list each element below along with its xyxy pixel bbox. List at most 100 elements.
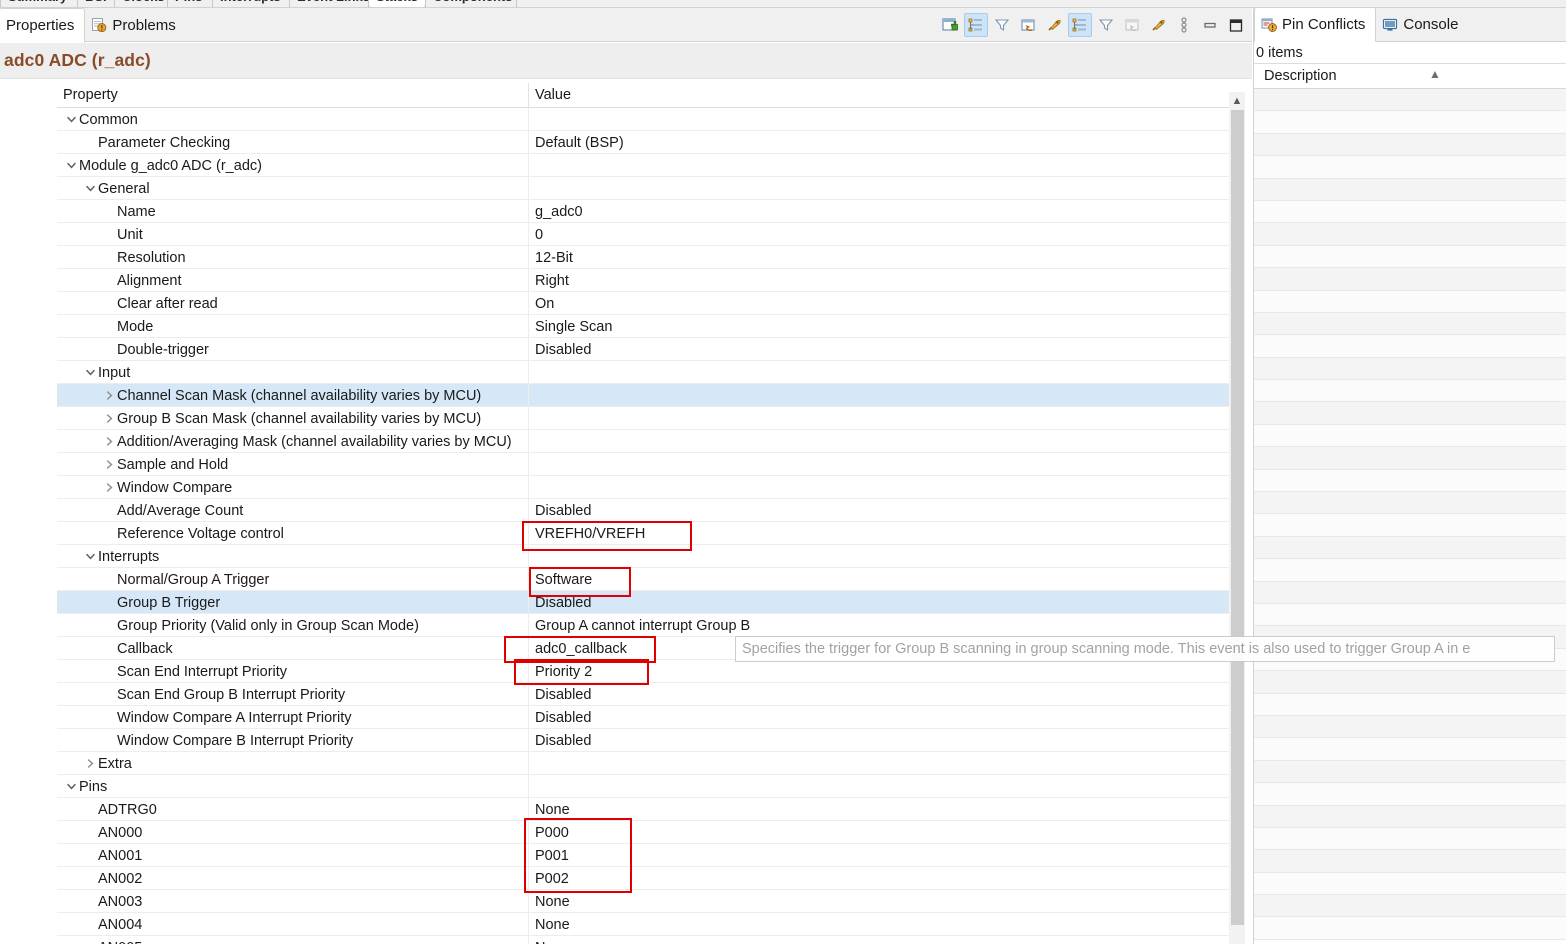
property-value-cell[interactable]: P001 [529, 844, 1229, 867]
chevron-down-icon[interactable] [82, 367, 98, 378]
property-name-cell[interactable]: AN001 [57, 844, 529, 867]
property-value-cell[interactable]: P000 [529, 821, 1229, 844]
property-name-cell[interactable]: AN004 [57, 913, 529, 936]
property-value-cell[interactable]: Disabled [529, 499, 1229, 522]
property-name-cell[interactable]: Group B Scan Mask (channel availability … [57, 407, 529, 430]
property-row[interactable]: Channel Scan Mask (channel availability … [57, 384, 1229, 407]
tab-problems[interactable]: Problems [85, 8, 185, 42]
property-row[interactable]: Module g_adc0 ADC (r_adc) [57, 154, 1229, 177]
property-row[interactable]: Unit 0 [57, 223, 1229, 246]
property-name-cell[interactable]: Group Priority (Valid only in Group Scan… [57, 614, 529, 637]
show-categories-icon[interactable] [964, 13, 988, 37]
maximize-icon[interactable] [1224, 13, 1248, 37]
properties-view-toolbar[interactable] [938, 11, 1248, 39]
property-row[interactable]: Normal/Group A Trigger Software [57, 568, 1229, 591]
property-name-cell[interactable]: Channel Scan Mask (channel availability … [57, 384, 529, 407]
property-name-cell[interactable]: Input [57, 361, 529, 384]
tab-console[interactable]: Console [1376, 8, 1468, 42]
property-name-cell[interactable]: ADTRG0 [57, 798, 529, 821]
property-row[interactable]: Mode Single Scan [57, 315, 1229, 338]
editor-tab-interrupts[interactable]: Interrupts [212, 0, 290, 7]
editor-tab-stacks[interactable]: Stacks [368, 0, 426, 7]
property-tree[interactable]: Property Value Common Parameter Checking D… [57, 83, 1229, 944]
property-value-cell[interactable]: Default (BSP) [529, 131, 1229, 154]
show-categories-2-icon[interactable] [1068, 13, 1092, 37]
property-value-cell[interactable]: Disabled [529, 729, 1229, 752]
property-row[interactable]: Name g_adc0 [57, 200, 1229, 223]
property-name-cell[interactable]: Pins [57, 775, 529, 798]
property-row[interactable]: Interrupts [57, 545, 1229, 568]
property-value-cell[interactable]: Group A cannot interrupt Group B [529, 614, 1229, 637]
property-value-cell[interactable] [529, 545, 1229, 568]
property-name-cell[interactable]: Callback [57, 637, 529, 660]
editor-tab-clocks[interactable]: Clocks [114, 0, 168, 7]
property-value-cell[interactable]: Disabled [529, 338, 1229, 361]
chevron-right-icon[interactable] [101, 390, 117, 401]
chevron-down-icon[interactable] [82, 551, 98, 562]
tab-pin-conflicts[interactable]: Pin Conflicts [1254, 7, 1377, 42]
property-row[interactable]: Scan End Interrupt Priority Priority 2 [57, 660, 1229, 683]
property-value-cell[interactable] [529, 752, 1229, 775]
chevron-right-icon[interactable] [101, 436, 117, 447]
filter-icon[interactable] [990, 13, 1014, 37]
property-row[interactable]: AN001 P001 [57, 844, 1229, 867]
vertical-scrollbar[interactable]: ▲ [1229, 92, 1245, 944]
property-name-cell[interactable]: Clear after read [57, 292, 529, 315]
property-row[interactable]: Sample and Hold [57, 453, 1229, 476]
property-row[interactable]: Clear after read On [57, 292, 1229, 315]
property-row[interactable]: Window Compare B Interrupt Priority Disab… [57, 729, 1229, 752]
property-value-cell[interactable]: VREFH0/VREFH [529, 522, 1229, 545]
property-value-cell[interactable]: g_adc0 [529, 200, 1229, 223]
property-name-cell[interactable]: Scan End Group B Interrupt Priority [57, 683, 529, 706]
property-row[interactable]: Scan End Group B Interrupt Priority Disab… [57, 683, 1229, 706]
property-value-cell[interactable]: Single Scan [529, 315, 1229, 338]
property-row[interactable]: AN002 P002 [57, 867, 1229, 890]
property-name-cell[interactable]: Parameter Checking [57, 131, 529, 154]
property-row[interactable]: Double-trigger Disabled [57, 338, 1229, 361]
property-name-cell[interactable]: Window Compare A Interrupt Priority [57, 706, 529, 729]
new-view-icon[interactable] [938, 13, 962, 37]
property-value-cell[interactable] [529, 361, 1229, 384]
tab-properties[interactable]: Properties [0, 7, 86, 43]
property-name-cell[interactable]: Interrupts [57, 545, 529, 568]
chevron-right-icon[interactable] [82, 758, 98, 769]
property-value-cell[interactable] [529, 476, 1229, 499]
minimize-icon[interactable] [1198, 13, 1222, 37]
property-row[interactable]: Window Compare [57, 476, 1229, 499]
property-row[interactable]: AN000 P000 [57, 821, 1229, 844]
property-name-cell[interactable]: Reference Voltage control [57, 522, 529, 545]
property-value-cell[interactable]: Disabled [529, 706, 1229, 729]
scroll-up-arrow-icon[interactable]: ▲ [1229, 92, 1245, 110]
property-row[interactable]: Resolution 12-Bit [57, 246, 1229, 269]
property-row[interactable]: Group B Scan Mask (channel availability … [57, 407, 1229, 430]
property-row[interactable]: ADTRG0 None [57, 798, 1229, 821]
property-value-cell[interactable] [529, 108, 1229, 131]
property-row[interactable]: Pins [57, 775, 1229, 798]
chevron-down-icon[interactable] [63, 114, 79, 125]
property-value-cell[interactable] [529, 384, 1229, 407]
property-row[interactable]: Group B Trigger Disabled [57, 591, 1229, 614]
property-value-cell[interactable] [529, 430, 1229, 453]
property-value-cell[interactable] [529, 177, 1229, 200]
property-name-cell[interactable]: General [57, 177, 529, 200]
property-row[interactable]: Input [57, 361, 1229, 384]
property-row[interactable]: Add/Average Count Disabled [57, 499, 1229, 522]
property-name-cell[interactable]: Resolution [57, 246, 529, 269]
editor-tab-event-links[interactable]: Event Links [289, 0, 369, 7]
property-name-cell[interactable]: Double-trigger [57, 338, 529, 361]
property-value-cell[interactable]: None [529, 798, 1229, 821]
pin-2-icon[interactable] [1146, 13, 1170, 37]
property-name-cell[interactable]: AN000 [57, 821, 529, 844]
pin-icon[interactable] [1042, 13, 1066, 37]
filter-2-icon[interactable] [1094, 13, 1118, 37]
property-value-cell[interactable]: Disabled [529, 683, 1229, 706]
property-value-cell[interactable]: Priority 2 [529, 660, 1229, 683]
property-name-cell[interactable]: Mode [57, 315, 529, 338]
property-value-cell[interactable]: P002 [529, 867, 1229, 890]
property-value-cell[interactable]: Right [529, 269, 1229, 292]
property-name-cell[interactable]: Normal/Group A Trigger [57, 568, 529, 591]
property-row[interactable]: Reference Voltage control VREFH0/VREFH [57, 522, 1229, 545]
chevron-right-icon[interactable] [101, 459, 117, 470]
property-name-cell[interactable]: AN005 [57, 936, 529, 944]
property-name-cell[interactable]: Alignment [57, 269, 529, 292]
